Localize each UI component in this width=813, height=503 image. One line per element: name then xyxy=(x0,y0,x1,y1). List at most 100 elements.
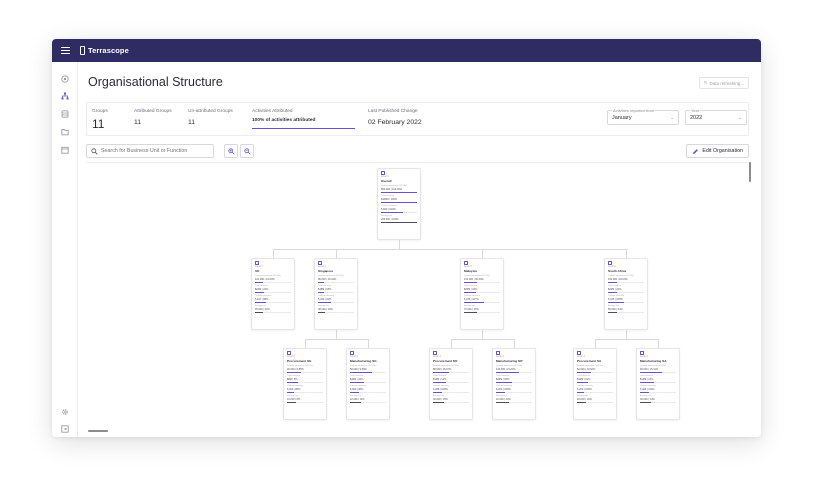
org-node-metric-bar xyxy=(255,291,291,293)
org-node-metric-bar-fill xyxy=(608,311,617,313)
org-node-card[interactable]: Level 3 Manufacturing SA Carbon emissions … xyxy=(636,348,680,420)
search-input[interactable] xyxy=(101,148,211,154)
org-node-metric-bar xyxy=(464,281,500,283)
settings-icon[interactable] xyxy=(61,403,69,415)
org-node-metric-bar xyxy=(496,371,532,373)
org-node-icon xyxy=(577,351,581,355)
year-label: Year xyxy=(690,108,701,113)
org-node-metric-bar xyxy=(608,311,644,313)
zoom-in-button[interactable] xyxy=(224,144,238,158)
org-node-metric-value: $14M | 14% xyxy=(433,377,447,381)
org-node-card[interactable]: Level 3 Manufacturing MY Carbon emissions … xyxy=(492,348,536,420)
org-node-metric-value: 96,000 | 16.44% xyxy=(318,277,337,281)
logout-icon[interactable] xyxy=(61,420,69,433)
data-refresh-button[interactable]: ↻ Data refreshing... xyxy=(698,77,749,89)
org-node-name: Manufacturing MY xyxy=(496,358,523,363)
stat-attributed: Attributed Groups 11 xyxy=(134,109,172,126)
activities-from-select[interactable]: Activities reported from January ⌄ xyxy=(607,108,679,125)
org-node-metric-value: 584,000 | 100.00% xyxy=(381,187,402,191)
org-node-metric-value: 62,000 | 10.62% xyxy=(577,367,596,371)
org-node-metric-bar-fill xyxy=(577,401,586,403)
org-node-metric-bar-fill xyxy=(496,391,505,393)
org-node-metric-value: 22,000 | 11% xyxy=(350,397,365,401)
org-node-name: Overall xyxy=(381,178,392,183)
org-structure-icon[interactable] xyxy=(61,87,69,100)
org-node-metric-bar xyxy=(318,301,354,303)
tree-connector xyxy=(626,330,627,339)
stat-groups-label: Groups xyxy=(92,109,108,114)
org-node-metric-bar-fill xyxy=(287,391,295,393)
dashboard-icon[interactable] xyxy=(61,70,69,83)
org-node-metric-bar-fill xyxy=(577,371,592,373)
org-node-metric-value: 40,000 | 6.85% xyxy=(287,367,304,371)
edit-organisation-button[interactable]: Edit Organisation xyxy=(686,144,749,158)
org-node-metric-value: 124,000 | 21.23% xyxy=(255,277,275,281)
org-node-card[interactable]: Level 2 South Africa Carbon emissions (tCO… xyxy=(604,258,648,330)
org-node-metric-bar-fill xyxy=(287,401,296,403)
org-node-metric-bar xyxy=(287,381,323,383)
search-box[interactable] xyxy=(86,144,214,158)
org-node-metric-bar xyxy=(464,291,500,293)
edit-organisation-label: Edit Organisation xyxy=(702,148,743,154)
org-node-card[interactable]: Level 3 Procurement SA Carbon emissions (t… xyxy=(573,348,617,420)
org-node-metric-value: $18M | 18% xyxy=(318,287,332,291)
org-node-name: Procurement SA xyxy=(577,358,602,363)
org-node-metric-bar xyxy=(496,381,532,383)
org-node-metric-value: $24M | 24% xyxy=(255,287,269,291)
org-node-metric-bar-fill xyxy=(640,381,655,383)
org-node-metric-value: $8M | 8% xyxy=(287,377,298,381)
database-icon[interactable] xyxy=(61,105,69,118)
vertical-scrollbar[interactable] xyxy=(749,162,751,182)
tree-connector xyxy=(626,249,627,258)
app-window: Terrascope Organisational Structure ↻ Da… xyxy=(52,39,761,437)
stat-published-label: Last Published Change xyxy=(368,109,418,114)
org-node-metric-value: 5,333 | 91% xyxy=(318,297,332,301)
org-node-icon xyxy=(464,261,468,265)
org-node-metric-value: 152,000 | 26.03% xyxy=(608,277,628,281)
pencil-icon xyxy=(693,148,699,154)
org-node-metric-bar-fill xyxy=(464,281,477,283)
tree-connector xyxy=(273,249,274,258)
org-node-card[interactable]: Level 2 Singapore Carbon emissions (tCO2e)… xyxy=(314,258,358,330)
folder-icon[interactable] xyxy=(61,123,69,136)
org-node-name: Manufacturing SA xyxy=(640,358,667,363)
org-node-name: Procurement MY xyxy=(433,358,458,363)
org-node-card[interactable]: Level 2 UK Carbon emissions (tCO2e) 124,000… xyxy=(251,258,295,330)
org-node-metric-value: $10M | 10% xyxy=(577,377,591,381)
org-node-metric-value: 5,600 | 96% xyxy=(350,387,364,391)
tree-connector xyxy=(482,330,483,339)
org-node-card[interactable]: Level 2 Malaysia Carbon emissions (tCO2e) 2… xyxy=(460,258,504,330)
org-node-metric-bar xyxy=(433,391,469,393)
org-node-metric-bar-fill xyxy=(433,391,442,393)
org-node-card[interactable]: Level 3 Procurement MY Carbon emissions (t… xyxy=(429,348,473,420)
sidebar xyxy=(52,62,78,437)
org-node-metric-bar-fill xyxy=(381,211,403,213)
zoom-out-button[interactable] xyxy=(240,144,254,158)
org-node-metric-bar-fill xyxy=(287,381,298,383)
search-icon xyxy=(91,147,98,155)
org-node-metric-bar xyxy=(255,301,291,303)
year-select[interactable]: Year 2022 ⌄ xyxy=(685,108,747,125)
org-node-card[interactable]: Level 3 Procurement SG Carbon emissions (t… xyxy=(283,348,327,420)
org-node-card[interactable]: Level 1 Overall Carbon emissions (tCO2e) 58… xyxy=(377,168,421,240)
brand-name: Terrascope xyxy=(88,46,129,55)
org-node-metric-bar xyxy=(433,401,469,403)
stat-published: Last Published Change 02 February 2022 xyxy=(368,109,422,126)
org-node-metric-bar-fill xyxy=(350,371,372,373)
org-node-metric-bar xyxy=(640,381,676,383)
calendar-icon[interactable] xyxy=(61,141,69,154)
org-node-metric-value: 50,000 | 24% xyxy=(608,307,623,311)
org-node-icon xyxy=(287,351,291,355)
tree-connector xyxy=(658,339,659,348)
refresh-label: Data refreshing... xyxy=(709,80,744,86)
horizontal-scrollbar[interactable] xyxy=(88,430,108,432)
stat-attributed-label: Attributed Groups xyxy=(134,109,172,114)
hamburger-menu-icon[interactable] xyxy=(61,46,70,55)
stat-activities[interactable]: Activities Attributed 100% of activities… xyxy=(252,109,315,123)
stat-attributed-value: 11 xyxy=(134,119,142,126)
org-node-card[interactable]: Level 3 Manufacturing SG Carbon emissions … xyxy=(346,348,390,420)
org-node-metric-bar xyxy=(287,371,323,373)
org-chart-canvas[interactable]: Level 1 Overall Carbon emissions (tCO2e) 58… xyxy=(86,162,751,432)
org-node-metric-value: 5,840 | 100% xyxy=(381,207,396,211)
org-node-metric-bar xyxy=(640,401,676,403)
